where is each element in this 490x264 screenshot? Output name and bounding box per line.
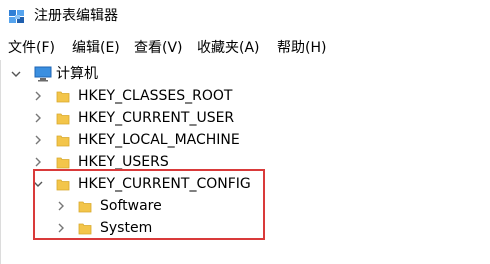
folder-icon [56, 135, 70, 147]
menu-bar: 文件(F) 编辑(E) 查看(V) 收藏夹(A) 帮助(H) [0, 36, 490, 60]
title-bar: 注册表编辑器 [0, 0, 490, 34]
folder-icon [56, 91, 70, 103]
menu-edit[interactable]: 编辑(E) [72, 38, 120, 58]
menu-favorites[interactable]: 收藏夹(A) [197, 38, 260, 58]
window-title: 注册表编辑器 [34, 8, 118, 24]
folder-icon [56, 157, 70, 169]
registry-editor-icon [9, 10, 24, 23]
folder-icon [56, 113, 70, 125]
chevron-right-icon[interactable] [33, 135, 43, 145]
menu-view[interactable]: 查看(V) [134, 38, 183, 58]
chevron-right-icon[interactable] [33, 113, 43, 123]
menu-help[interactable]: 帮助(H) [277, 38, 326, 58]
tree-item-hkey-classes-root[interactable]: HKEY_CLASSES_ROOT [0, 85, 490, 107]
tree-item-label: HKEY_CURRENT_USER [78, 110, 235, 126]
tree-item-label: HKEY_LOCAL_MACHINE [78, 132, 240, 148]
tree-item-computer[interactable]: 计算机 [0, 63, 490, 85]
chevron-right-icon[interactable] [33, 91, 43, 101]
menu-file[interactable]: 文件(F) [8, 38, 55, 58]
tree-item-label: HKEY_CLASSES_ROOT [78, 88, 233, 104]
computer-icon [34, 66, 52, 82]
tree-item-hkey-local-machine[interactable]: HKEY_LOCAL_MACHINE [0, 129, 490, 151]
chevron-right-icon[interactable] [33, 157, 43, 167]
tree-item-hkey-current-user[interactable]: HKEY_CURRENT_USER [0, 107, 490, 129]
highlight-box [33, 169, 265, 240]
tree-item-label: 计算机 [56, 66, 98, 82]
chevron-down-icon[interactable] [11, 69, 21, 79]
